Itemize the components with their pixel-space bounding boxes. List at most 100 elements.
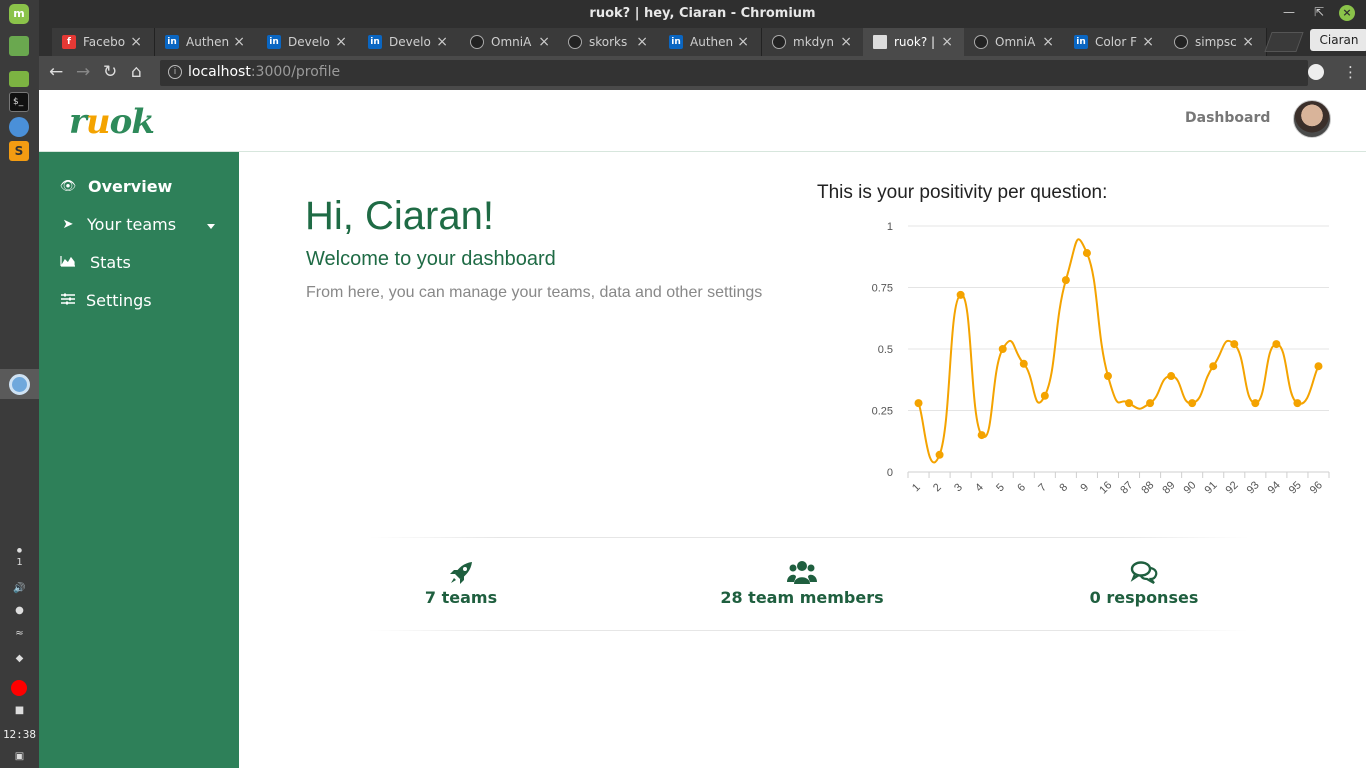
browser-tab[interactable]: skorks ×	[558, 28, 661, 56]
tab-label: ruok? |	[894, 35, 936, 49]
minimize-icon[interactable]: —	[1283, 5, 1295, 19]
tab-close-icon[interactable]: ×	[636, 28, 648, 56]
record-icon[interactable]	[11, 680, 27, 696]
rocket-glyph	[450, 562, 472, 584]
close-window-icon[interactable]: ×	[1339, 5, 1355, 21]
data-point	[977, 431, 986, 440]
tab-label: Develo	[288, 35, 330, 49]
data-point	[914, 399, 923, 408]
terminal-icon[interactable]: $_	[9, 92, 29, 112]
avatar[interactable]	[1293, 100, 1331, 138]
tab-close-icon[interactable]: ×	[233, 28, 245, 56]
shield-icon[interactable]: ◆	[0, 653, 39, 664]
area-chart-icon	[59, 255, 77, 271]
user-icon[interactable]: ●	[0, 605, 39, 616]
restore-icon[interactable]: ⇱	[1314, 5, 1324, 19]
browser-toolbar: ← → ↻ ⌂ i localhost:3000/profile ☆ ⋮	[39, 56, 1366, 90]
info-icon[interactable]: i	[168, 65, 182, 79]
sidebar-item-your-teams[interactable]: ➤ Your teams	[59, 215, 219, 239]
x-tick-label: 6	[1015, 481, 1028, 494]
app-page: ruok Dashboard 👁 Overview ➤ Your teams S…	[39, 90, 1366, 768]
chromium-launcher-icon[interactable]	[9, 117, 29, 137]
browser-tab[interactable]: simpsc ×	[1164, 28, 1267, 56]
y-tick-label: 0.75	[872, 283, 893, 295]
tab-close-icon[interactable]: ×	[1242, 28, 1254, 56]
data-point	[1019, 359, 1028, 368]
folder-icon[interactable]	[9, 71, 29, 87]
home-icon[interactable]: ⌂	[131, 62, 142, 82]
x-tick-label: 8	[1057, 481, 1070, 494]
wifi-icon[interactable]: ≈	[0, 628, 39, 639]
chromium-window-icon[interactable]	[9, 374, 30, 395]
stat-responses: 0 responses	[1044, 560, 1244, 607]
browser-tab[interactable]: OmniA ×	[964, 28, 1067, 56]
browser-tab[interactable]: in Authen ×	[155, 28, 258, 56]
x-tick-label: 3	[952, 481, 965, 494]
workspace-icon[interactable]: ▣	[0, 751, 39, 762]
window-titlebar: ruok? | hey, Ciaran - Chromium — ⇱ ×	[39, 0, 1366, 28]
extension-icon[interactable]	[1308, 64, 1324, 80]
tab-label: simpsc	[1195, 35, 1237, 49]
os-panel: m $_ S ⚫ 1 🔊 ● ≈ ◆ ■ 12:38 ▣	[0, 0, 39, 768]
stats-divider	[369, 537, 1249, 538]
stat-teams: 7 teams	[361, 560, 561, 607]
y-tick-label: 0	[887, 467, 893, 479]
sliders-glyph	[61, 293, 75, 305]
clock[interactable]: 12:38	[0, 728, 39, 741]
browser-menu-icon[interactable]: ⋮	[1343, 63, 1358, 81]
clipboard-icon[interactable]: ■	[0, 705, 39, 716]
tab-close-icon[interactable]: ×	[1142, 28, 1154, 56]
profile-button[interactable]: Ciaran	[1310, 29, 1366, 51]
data-point	[1167, 372, 1176, 381]
linkedin-icon: in	[165, 35, 179, 49]
browser-tab[interactable]: mkdyn ×	[762, 28, 865, 56]
new-tab-button[interactable]	[1264, 32, 1304, 52]
tab-close-icon[interactable]: ×	[941, 28, 953, 56]
tab-label: mkdyn	[793, 35, 834, 49]
mint-menu-icon[interactable]: m	[9, 4, 29, 24]
tab-label: Authen	[690, 35, 734, 49]
x-tick-label: 96	[1308, 479, 1325, 496]
notification-icon[interactable]: ⚫ 1	[0, 546, 39, 568]
data-point	[1293, 399, 1302, 408]
tab-close-icon[interactable]: ×	[1042, 28, 1054, 56]
page-subtitle: Welcome to your dashboard	[306, 248, 556, 270]
tab-close-icon[interactable]: ×	[737, 28, 749, 56]
github-icon	[568, 35, 582, 49]
chart-title: This is your positivity per question:	[817, 182, 1108, 203]
forward-icon[interactable]: →	[76, 62, 90, 82]
data-point	[998, 345, 1007, 353]
x-tick-label: 89	[1160, 479, 1177, 496]
sublime-text-icon[interactable]: S	[9, 141, 29, 161]
address-bar[interactable]: i localhost:3000/profile ☆	[160, 60, 1308, 86]
tab-close-icon[interactable]: ×	[335, 28, 347, 56]
browser-tab-active[interactable]: ruok? | ×	[863, 28, 966, 56]
positivity-chart: 00.250.50.7511 2 3 4 5 6 7 8 9 16 87 88 89 90 91 92 93 94…	[872, 221, 1330, 496]
browser-tab[interactable]: in Develo ×	[257, 28, 360, 56]
volume-icon[interactable]: 🔊	[0, 583, 39, 594]
url-text[interactable]: localhost:3000/profile	[188, 64, 340, 80]
alert-icon: ⚫	[15, 546, 24, 557]
browser-tab[interactable]: in Color F ×	[1064, 28, 1167, 56]
tab-close-icon[interactable]: ×	[436, 28, 448, 56]
x-tick-label: 90	[1181, 479, 1198, 496]
area-chart-glyph	[60, 256, 75, 267]
tab-close-icon[interactable]: ×	[538, 28, 550, 56]
reload-icon[interactable]: ↻	[103, 62, 117, 82]
browser-tab[interactable]: in Authen ×	[659, 28, 762, 56]
tab-close-icon[interactable]: ×	[840, 28, 852, 56]
tab-label: Develo	[389, 35, 431, 49]
show-desktop-icon[interactable]	[9, 36, 29, 56]
browser-tab[interactable]: f Facebo ×	[52, 28, 155, 56]
rocket-icon	[361, 560, 561, 586]
browser-tab[interactable]: in Develo ×	[358, 28, 461, 56]
ruok-logo[interactable]: ruok	[69, 102, 155, 142]
tab-label: skorks	[589, 35, 628, 49]
document-icon	[873, 35, 887, 49]
back-icon[interactable]: ←	[49, 62, 63, 82]
stat-team-members: 28 team members	[702, 560, 902, 607]
tab-label: OmniA	[995, 35, 1036, 49]
dashboard-link[interactable]: Dashboard	[1185, 110, 1270, 126]
tab-close-icon[interactable]: ×	[130, 28, 142, 56]
browser-tab[interactable]: OmniA ×	[460, 28, 563, 56]
